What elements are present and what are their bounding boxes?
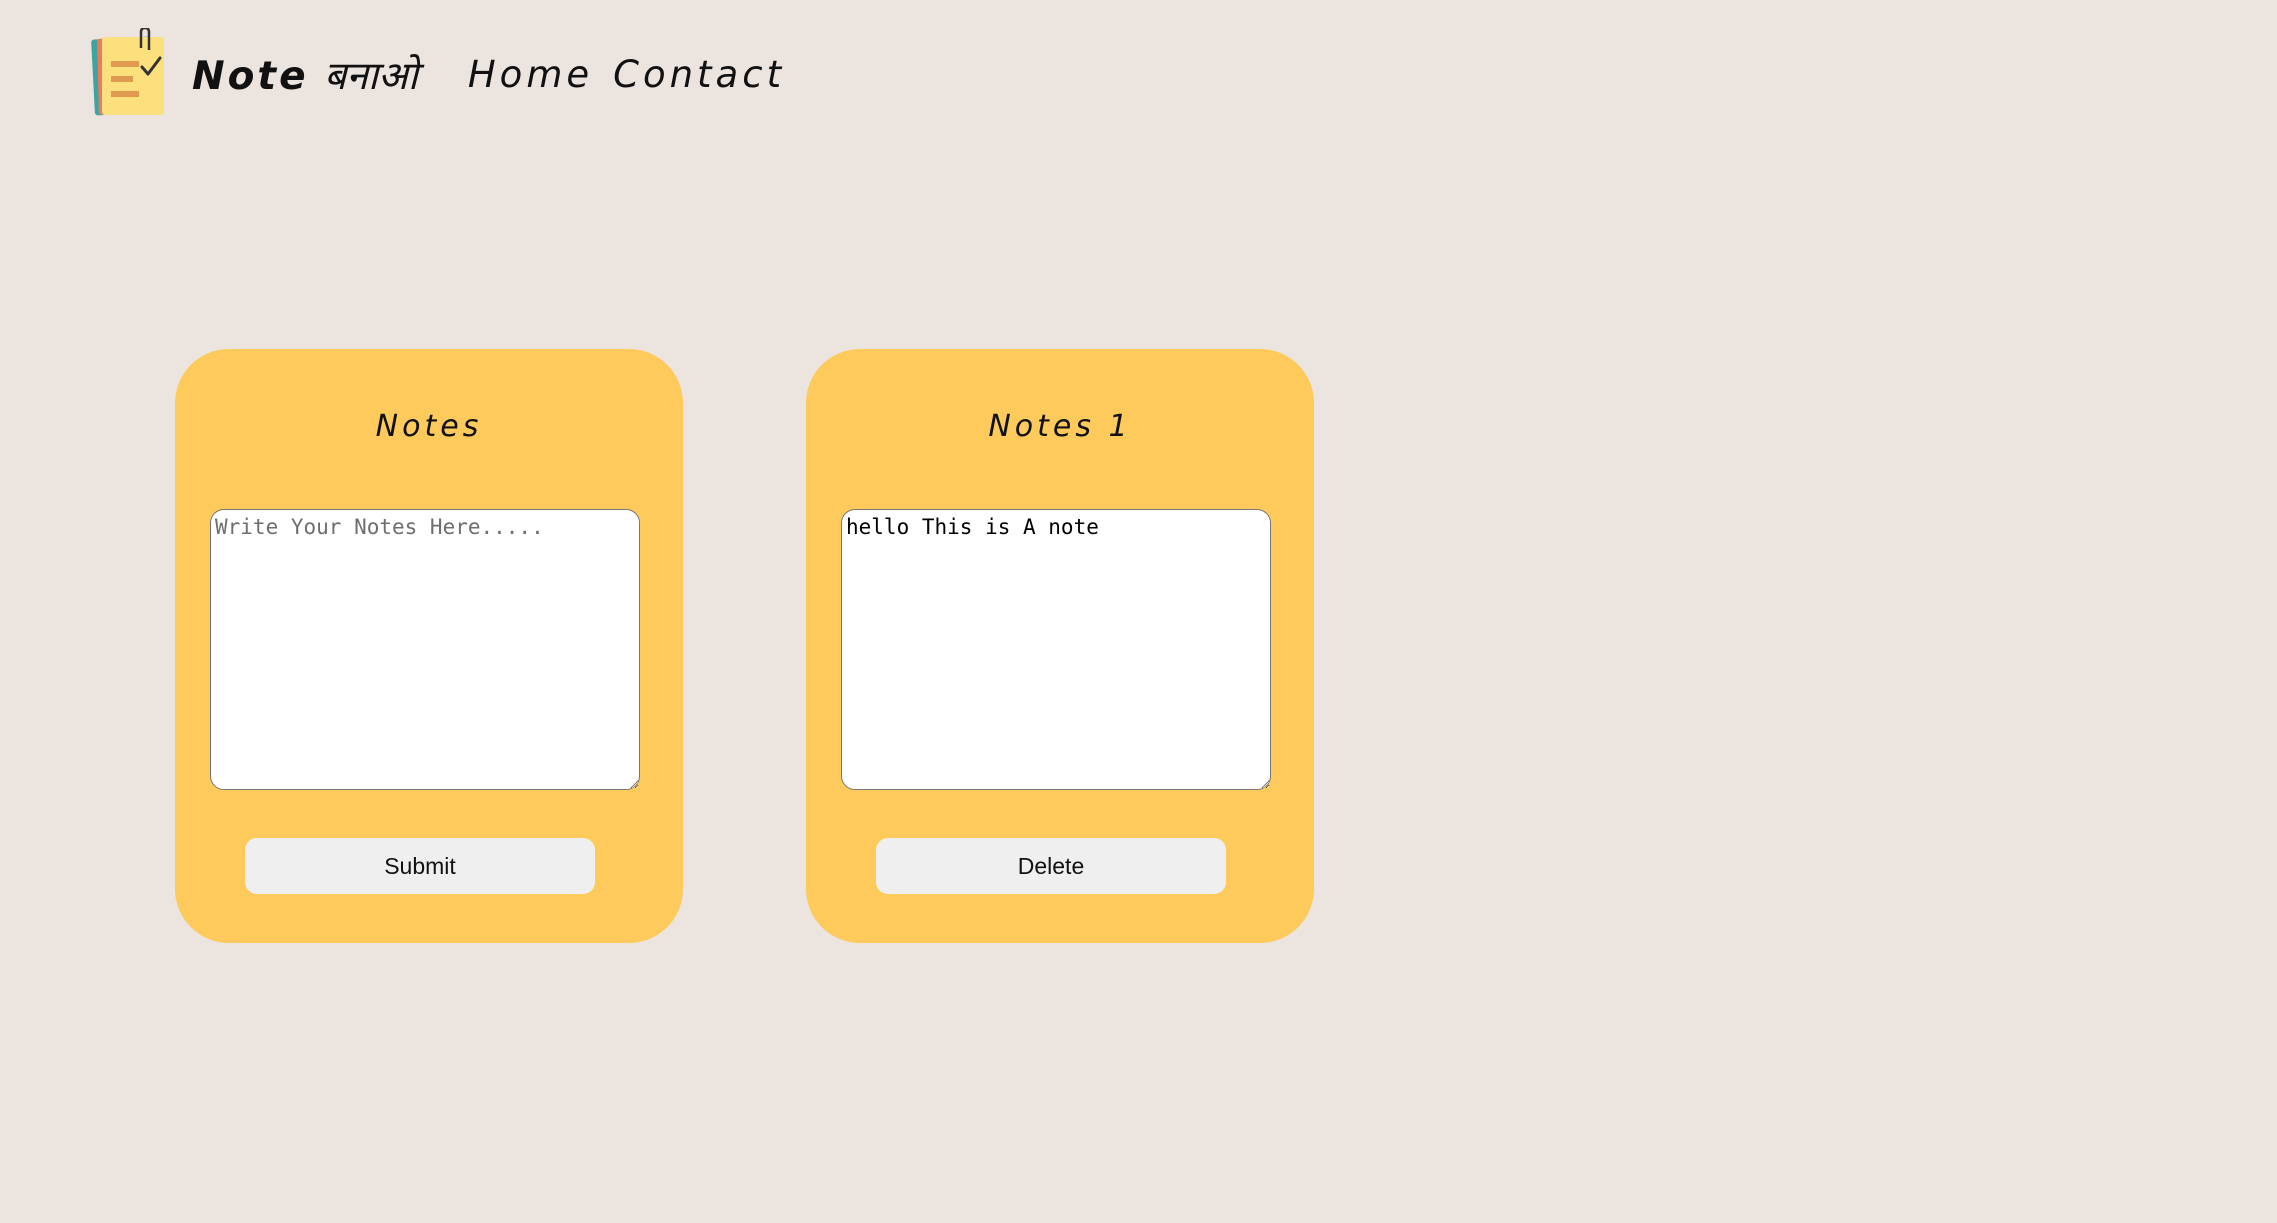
card-title: Notes 1 [988,409,1132,444]
nav-home-link[interactable]: Home [468,53,593,96]
notes-container: Notes Submit Notes 1 hello This is A not… [175,349,1314,943]
card-title: Notes [375,409,483,444]
submit-button[interactable]: Submit [245,838,595,894]
navbar: Note बनाओ Home Contact [90,14,805,134]
delete-button[interactable]: Delete [876,838,1226,894]
new-note-textarea[interactable] [210,509,640,790]
nav-contact-link[interactable]: Contact [613,53,785,96]
new-note-card: Notes Submit [175,349,683,943]
brand-suffix: बनाओ [323,53,418,99]
brand-logo-text[interactable]: Note बनाओ [192,48,418,101]
brand-name: Note [192,53,309,99]
note-textarea[interactable]: hello This is A note [841,509,1271,790]
sticky-note-logo-icon[interactable] [90,28,168,120]
note-card: Notes 1 hello This is A note Delete [806,349,1314,943]
